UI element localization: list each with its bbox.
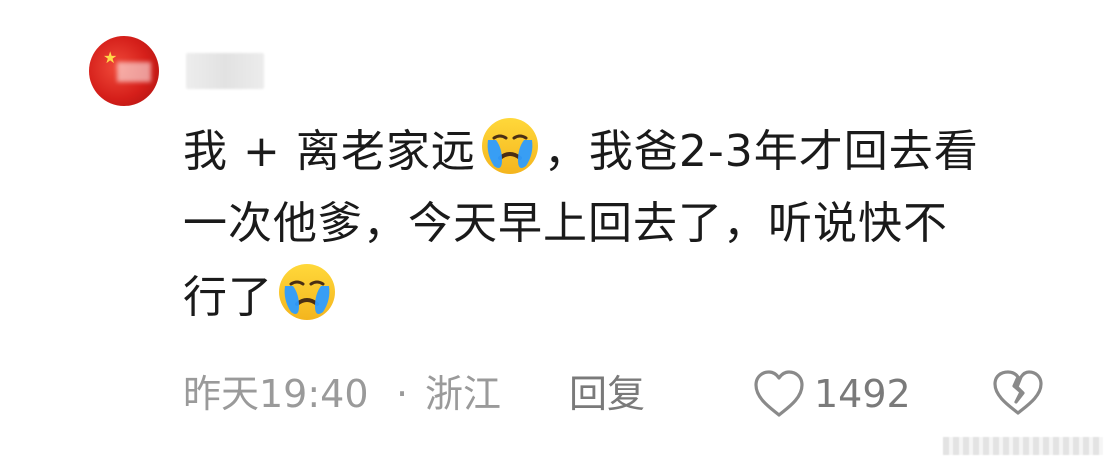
avatar[interactable]: ★ bbox=[89, 36, 159, 106]
reply-button[interactable]: 回复 bbox=[569, 364, 645, 424]
username-redacted[interactable] bbox=[186, 53, 264, 89]
comment-location: 浙江 bbox=[425, 372, 502, 416]
comment-body: 我 + 离老家远 ，我爸2-3年才回去看 一次他爹，今天早上回去了，听说快不 行… bbox=[183, 114, 1043, 334]
avatar-blur bbox=[117, 62, 151, 82]
comment-text-1a: 我 + 离老家远 bbox=[183, 126, 476, 177]
dislike-button[interactable] bbox=[992, 369, 1044, 421]
watermark bbox=[943, 437, 1103, 455]
comment-text-3: 行了 bbox=[183, 272, 273, 323]
heart-icon bbox=[754, 370, 804, 417]
crying-face-icon bbox=[481, 118, 538, 174]
comment-line-1: 我 + 离老家远 ，我爸2-3年才回去看 bbox=[183, 114, 1043, 188]
comment-meta: 昨天19:40 · 浙江 回复 bbox=[183, 364, 1083, 424]
like-button[interactable]: 1492 bbox=[752, 366, 911, 422]
comment-time: 昨天19:40 bbox=[183, 372, 369, 416]
like-count: 1492 bbox=[814, 372, 911, 416]
meta-separator: · bbox=[396, 372, 409, 416]
crying-face-icon bbox=[279, 264, 335, 320]
comment-line-3: 行了 bbox=[183, 260, 1043, 334]
comment-text-1b: ，我爸2-3年才回去看 bbox=[543, 126, 979, 177]
comment-line-2: 一次他爹，今天早上回去了，听说快不 bbox=[183, 188, 1043, 260]
broken-heart-icon bbox=[993, 370, 1043, 415]
comment-text-2: 一次他爹，今天早上回去了，听说快不 bbox=[183, 198, 948, 249]
